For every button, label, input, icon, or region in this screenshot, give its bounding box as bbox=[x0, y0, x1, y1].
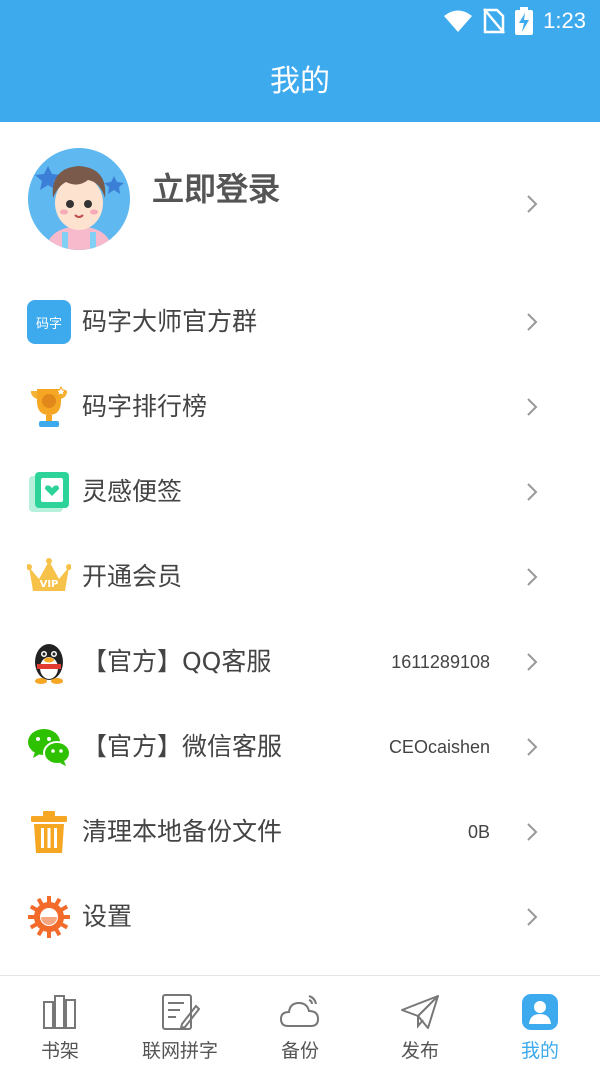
avatar[interactable] bbox=[28, 148, 130, 250]
wifi-icon bbox=[444, 10, 473, 32]
status-time: 1:23 bbox=[543, 8, 586, 33]
tab-label: 备份 bbox=[280, 1040, 319, 1062]
chevron-right-icon bbox=[527, 483, 538, 501]
menu-item-wechat-service[interactable]: 【官方】微信客服 CEOcaishen bbox=[0, 705, 600, 790]
tab-label: 我的 bbox=[520, 1040, 559, 1062]
menu-label: 开通会员 bbox=[82, 562, 183, 591]
tab-backup[interactable]: 备份 bbox=[240, 976, 360, 1068]
chevron-right-icon bbox=[527, 908, 538, 926]
login-row[interactable]: 立即登录 bbox=[0, 122, 600, 282]
menu-item-vip[interactable]: VIP 开通会员 bbox=[0, 535, 600, 620]
chevron-right-icon bbox=[527, 653, 538, 671]
settings-menu: 码字 码字大师官方群 码字排行榜 灵感便签 VIP 开通会员 【官方】QQ客服 … bbox=[0, 280, 600, 960]
paper-plane-icon bbox=[401, 995, 439, 1029]
qq-number: 1611289108 bbox=[391, 652, 490, 672]
menu-item-inspiration-notes[interactable]: 灵感便签 bbox=[0, 450, 600, 535]
wechat-icon bbox=[28, 729, 71, 766]
edit-document-icon bbox=[162, 994, 200, 1030]
bottom-tab-bar: 书架 联网拼字 备份 发布 我的 bbox=[0, 975, 600, 1068]
vip-crown-icon: VIP bbox=[27, 558, 71, 591]
menu-label: 【官方】QQ客服 bbox=[82, 647, 272, 676]
menu-label: 清理本地备份文件 bbox=[82, 817, 283, 846]
bookshelf-icon bbox=[43, 995, 76, 1029]
settings-gear-icon bbox=[28, 896, 70, 938]
menu-label: 码字排行榜 bbox=[82, 392, 208, 421]
menu-label: 灵感便签 bbox=[82, 477, 183, 506]
tab-label: 发布 bbox=[400, 1040, 439, 1062]
menu-label: 码字大师官方群 bbox=[82, 307, 258, 336]
menu-item-settings[interactable]: 设置 bbox=[0, 875, 600, 960]
page-title: 我的 bbox=[270, 64, 330, 99]
chevron-right-icon bbox=[527, 738, 538, 756]
backup-size: 0B bbox=[467, 822, 490, 842]
tab-mine[interactable]: 我的 bbox=[480, 976, 600, 1068]
menu-item-ranking[interactable]: 码字排行榜 bbox=[0, 365, 600, 450]
app-header: 1:23 我的 bbox=[0, 0, 600, 122]
vip-badge-text: VIP bbox=[40, 579, 59, 590]
login-label[interactable]: 立即登录 bbox=[152, 169, 280, 209]
trash-icon bbox=[31, 811, 67, 853]
tab-publish[interactable]: 发布 bbox=[360, 976, 480, 1068]
tab-label: 书架 bbox=[40, 1040, 79, 1062]
chevron-right-icon bbox=[527, 313, 538, 331]
menu-item-official-group[interactable]: 码字 码字大师官方群 bbox=[0, 280, 600, 365]
avatar-illustration bbox=[28, 148, 130, 250]
menu-item-qq-service[interactable]: 【官方】QQ客服 1611289108 bbox=[0, 620, 600, 705]
qq-penguin-icon bbox=[35, 644, 63, 684]
tab-bookshelf[interactable]: 书架 bbox=[0, 976, 120, 1068]
no-sim-icon bbox=[483, 8, 506, 34]
chevron-right-icon bbox=[527, 823, 538, 841]
status-bar: 1:23 bbox=[0, 0, 600, 40]
note-icon bbox=[29, 472, 69, 512]
menu-label: 设置 bbox=[82, 902, 133, 931]
trophy-icon bbox=[31, 385, 67, 427]
menu-item-clear-backup[interactable]: 清理本地备份文件 0B bbox=[0, 790, 600, 875]
tab-online-writing[interactable]: 联网拼字 bbox=[120, 976, 240, 1068]
chevron-right-icon bbox=[527, 195, 538, 213]
tab-label: 联网拼字 bbox=[141, 1040, 218, 1062]
group-logo-text: 码字 bbox=[36, 317, 62, 332]
battery-charging-icon bbox=[515, 7, 534, 35]
menu-label: 【官方】微信客服 bbox=[82, 732, 283, 761]
chevron-right-icon bbox=[527, 568, 538, 586]
cloud-icon bbox=[280, 995, 320, 1027]
chevron-right-icon bbox=[527, 398, 538, 416]
wechat-id: CEOcaishen bbox=[388, 737, 490, 757]
qq-group-icon: 码字 bbox=[27, 300, 71, 344]
user-profile-icon bbox=[522, 994, 558, 1030]
